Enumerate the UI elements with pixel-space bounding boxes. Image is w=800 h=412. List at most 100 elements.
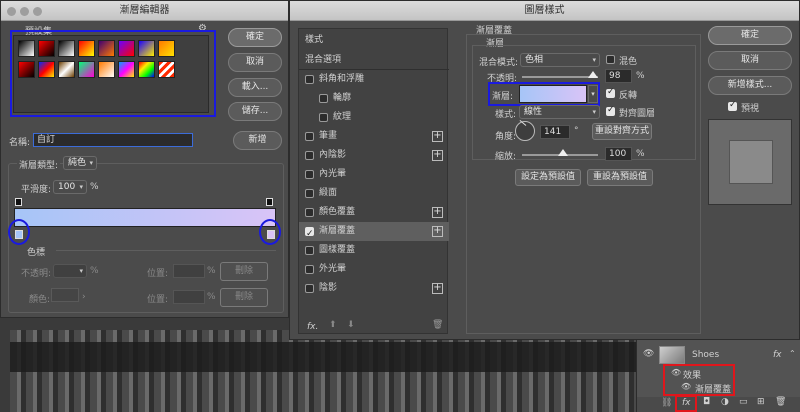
- chevron-down-icon: ▾: [592, 108, 596, 116]
- overlay-opacity-input[interactable]: 98: [605, 69, 632, 83]
- style-item-checkbox[interactable]: [305, 208, 314, 217]
- style-item[interactable]: 斜角和浮雕: [299, 70, 449, 89]
- angle-input[interactable]: 141: [540, 125, 570, 139]
- load-button[interactable]: 載入...: [228, 78, 282, 97]
- dither-checkbox[interactable]: [606, 55, 615, 64]
- preview-checkbox[interactable]: [728, 100, 737, 111]
- layer-fx-icon[interactable]: fx: [773, 350, 782, 360]
- style-item-checkbox[interactable]: [305, 265, 314, 274]
- layer-name[interactable]: Shoes: [692, 350, 719, 360]
- minimize-window-icon[interactable]: [20, 7, 29, 16]
- overlay-opacity-slider-handle[interactable]: [588, 71, 598, 78]
- stop-color-label: 顏色:: [29, 295, 51, 305]
- style-item-checkbox[interactable]: [319, 113, 328, 122]
- gradient-preview-bar[interactable]: [14, 208, 276, 227]
- close-window-icon[interactable]: [7, 7, 16, 16]
- scale-percent: %: [636, 149, 645, 159]
- chevron-down-icon: ▾: [592, 56, 596, 64]
- add-style-icon[interactable]: +: [432, 226, 443, 237]
- trash-icon[interactable]: 🗑: [432, 320, 443, 330]
- chevron-up-icon[interactable]: ⌃: [789, 349, 796, 358]
- style-item-checkbox[interactable]: [305, 75, 314, 84]
- folder-icon[interactable]: ▭: [739, 397, 748, 407]
- style-item-label: 斜角和浮雕: [319, 74, 365, 84]
- stop-opacity-field: ▾: [53, 264, 87, 278]
- styles-list-panel: 樣式 混合選項斜角和浮雕輪廓紋理筆畫 + 內陰影 + 內光暈緞面顏色覆蓋 + 漸層覆蓋 + 圖樣…: [298, 28, 449, 334]
- style-item[interactable]: 紋理: [299, 108, 449, 127]
- style-item[interactable]: 混合選項: [299, 51, 449, 70]
- adjustment-layer-icon[interactable]: ◑: [721, 397, 729, 407]
- new-layer-icon[interactable]: ⊞: [757, 397, 765, 407]
- style-item-checkbox[interactable]: [305, 284, 314, 293]
- reverse-label: 反轉: [619, 91, 638, 101]
- styles-header[interactable]: 樣式: [299, 31, 449, 50]
- style-item[interactable]: 筆畫 +: [299, 127, 449, 146]
- style-item[interactable]: 圖樣覆蓋: [299, 241, 449, 260]
- style-item-label: 顏色覆蓋: [319, 207, 356, 217]
- add-mask-icon[interactable]: ◘: [703, 397, 710, 407]
- add-style-icon[interactable]: +: [432, 207, 443, 218]
- ok-button[interactable]: 確定: [228, 28, 282, 47]
- opacity-stop-right[interactable]: [266, 198, 273, 206]
- gradient-style-select[interactable]: 線性 ▾: [519, 105, 600, 119]
- reset-alignment-button[interactable]: 重設對齊方式: [592, 123, 652, 140]
- scale-input[interactable]: 100: [605, 147, 632, 161]
- style-item-checkbox[interactable]: [305, 189, 314, 198]
- name-input[interactable]: 自訂: [33, 133, 193, 147]
- layer-row-shoes[interactable]: 👁 Shoes fx ⌃: [637, 344, 800, 366]
- style-item[interactable]: 緞面: [299, 184, 449, 203]
- cancel-button[interactable]: 取消: [228, 53, 282, 72]
- new-style-button[interactable]: 新增樣式...: [708, 76, 792, 95]
- link-layers-icon[interactable]: ⛓: [661, 398, 672, 408]
- style-item[interactable]: 顏色覆蓋 +: [299, 203, 449, 222]
- style-item-label: 筆畫: [319, 131, 338, 141]
- move-up-icon[interactable]: ⬆: [329, 320, 337, 330]
- gradient-type-select[interactable]: 純色 ▾: [63, 156, 97, 170]
- smoothness-select[interactable]: 100 ▾: [53, 180, 87, 194]
- angle-dial[interactable]: [515, 119, 535, 141]
- style-item[interactable]: 內陰影 +: [299, 146, 449, 165]
- style-item[interactable]: 外光暈: [299, 260, 449, 279]
- style-item-checkbox[interactable]: [319, 94, 328, 103]
- blend-mode-label: 混合模式:: [479, 58, 519, 68]
- style-item-checkbox[interactable]: [305, 151, 314, 160]
- style-item-checkbox[interactable]: [305, 246, 314, 255]
- reverse-checkbox[interactable]: [606, 87, 615, 98]
- layer-style-ok-button[interactable]: 確定: [708, 26, 792, 45]
- style-item[interactable]: 內光暈: [299, 165, 449, 184]
- fx-menu-button[interactable]: fx.: [307, 322, 318, 332]
- layer-style-cancel-button[interactable]: 取消: [708, 51, 792, 70]
- style-item-checkbox[interactable]: [305, 170, 314, 179]
- maximize-window-icon[interactable]: [33, 7, 42, 16]
- eye-icon[interactable]: 👁: [643, 349, 654, 359]
- reset-default-button[interactable]: 重設為預設值: [587, 169, 653, 186]
- new-button[interactable]: 新增: [233, 131, 282, 150]
- fx-button-highlight: [675, 395, 697, 412]
- style-item-checkbox[interactable]: [305, 225, 314, 244]
- make-default-button[interactable]: 設定為預設值: [515, 169, 581, 186]
- layers-footer: ⛓ fx ◘ ◑ ▭ ⊞ 🗑: [637, 397, 800, 412]
- align-with-layer-label: 對齊圖層: [619, 109, 656, 119]
- move-down-icon[interactable]: ⬇: [347, 320, 355, 330]
- style-item-label: 內光暈: [319, 169, 347, 179]
- style-item-checkbox[interactable]: [305, 132, 314, 141]
- delete-layer-icon[interactable]: 🗑: [775, 397, 786, 407]
- smoothness-value: 100: [58, 182, 76, 192]
- style-item[interactable]: 漸層覆蓋 +: [299, 222, 449, 244]
- angle-degree: °: [574, 126, 579, 136]
- stop-opacity-percent: %: [90, 266, 99, 276]
- overlay-opacity-slider-track[interactable]: [522, 76, 598, 78]
- style-item-label: 內陰影: [319, 150, 347, 160]
- style-item[interactable]: 輪廓: [299, 89, 449, 108]
- layers-panel: 👁 Shoes fx ⌃ 👁 效果 👁 漸層覆蓋 ⛓ fx ◘ ◑ ▭ ⊞ 🗑: [636, 340, 800, 412]
- blend-mode-select[interactable]: 色相 ▾: [520, 53, 600, 67]
- add-style-icon[interactable]: +: [432, 150, 443, 161]
- add-style-icon[interactable]: +: [432, 283, 443, 294]
- align-with-layer-checkbox[interactable]: [606, 105, 615, 116]
- opacity-stop-left[interactable]: [15, 198, 22, 206]
- angle-label: 角度:: [495, 132, 517, 142]
- style-item[interactable]: 陰影 +: [299, 279, 449, 298]
- add-style-icon[interactable]: +: [432, 131, 443, 142]
- save-button[interactable]: 儲存...: [228, 102, 282, 121]
- scale-slider-handle[interactable]: [558, 149, 568, 156]
